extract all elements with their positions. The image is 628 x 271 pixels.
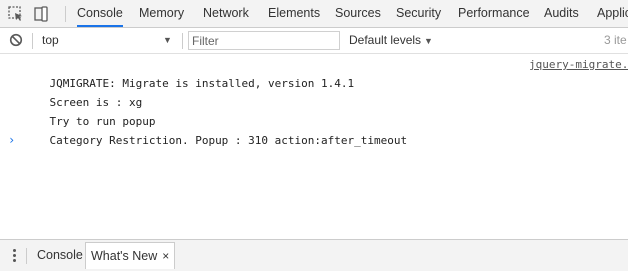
toolbar-divider bbox=[182, 33, 183, 49]
console-message-text: Category Restriction. Popup : 310 action… bbox=[49, 134, 408, 147]
console-toolbar: top ▼ Default levels▼ 3 ite bbox=[0, 28, 628, 54]
tab-performance[interactable]: Performance bbox=[458, 0, 530, 27]
inspect-element-icon[interactable] bbox=[7, 5, 25, 23]
message-source-link[interactable]: jquery-migrate. bbox=[529, 55, 628, 74]
tab-sources[interactable]: Sources bbox=[335, 0, 381, 27]
tab-audits[interactable]: Audits bbox=[544, 0, 579, 27]
more-tools-icon[interactable] bbox=[13, 249, 17, 263]
clear-console-icon[interactable] bbox=[9, 33, 23, 47]
close-icon[interactable]: × bbox=[162, 249, 169, 263]
console-message: Try to run popup bbox=[0, 93, 628, 128]
log-levels-select[interactable]: Default levels ▼ bbox=[349, 28, 433, 53]
console-message: Category Restriction. Popup : 310 action… bbox=[0, 112, 628, 147]
console-messages: JQMIGRATE: Migrate is installed, version… bbox=[0, 55, 628, 147]
dropdown-arrow-icon: ▼ bbox=[163, 35, 172, 45]
drawer-tab-label: What's New bbox=[91, 249, 158, 263]
execution-context-value: top bbox=[42, 33, 59, 47]
dropdown-arrow-icon: ▼ bbox=[424, 36, 433, 46]
devtools-tab-bar: Console Memory Network Elements Sources … bbox=[0, 0, 628, 28]
filter-input[interactable] bbox=[188, 31, 340, 50]
toolbar-divider bbox=[65, 6, 66, 22]
tab-security[interactable]: Security bbox=[396, 0, 441, 27]
console-message: JQMIGRATE: Migrate is installed, version… bbox=[0, 55, 628, 90]
console-message: Screen is : xg bbox=[0, 74, 628, 109]
drawer-divider bbox=[26, 248, 27, 264]
drawer-tab-whats-new[interactable]: What's New × bbox=[85, 242, 176, 269]
console-prompt[interactable]: › bbox=[8, 133, 15, 147]
drawer-tab-label: Console bbox=[37, 248, 83, 262]
drawer-tab-bar: Console What's New × bbox=[0, 239, 628, 271]
tab-application[interactable]: Applic bbox=[597, 0, 628, 27]
device-toolbar-icon[interactable] bbox=[32, 5, 50, 23]
execution-context-select[interactable]: top ▼ bbox=[42, 28, 178, 53]
toolbar-divider bbox=[32, 33, 33, 49]
tab-network[interactable]: Network bbox=[203, 0, 249, 27]
tab-console[interactable]: Console bbox=[77, 0, 123, 27]
tab-memory[interactable]: Memory bbox=[139, 0, 184, 27]
drawer-tab-console[interactable]: Console bbox=[32, 242, 88, 269]
issues-count[interactable]: 3 ite bbox=[604, 28, 627, 53]
tab-elements[interactable]: Elements bbox=[268, 0, 320, 27]
log-levels-label: Default levels bbox=[349, 33, 422, 47]
